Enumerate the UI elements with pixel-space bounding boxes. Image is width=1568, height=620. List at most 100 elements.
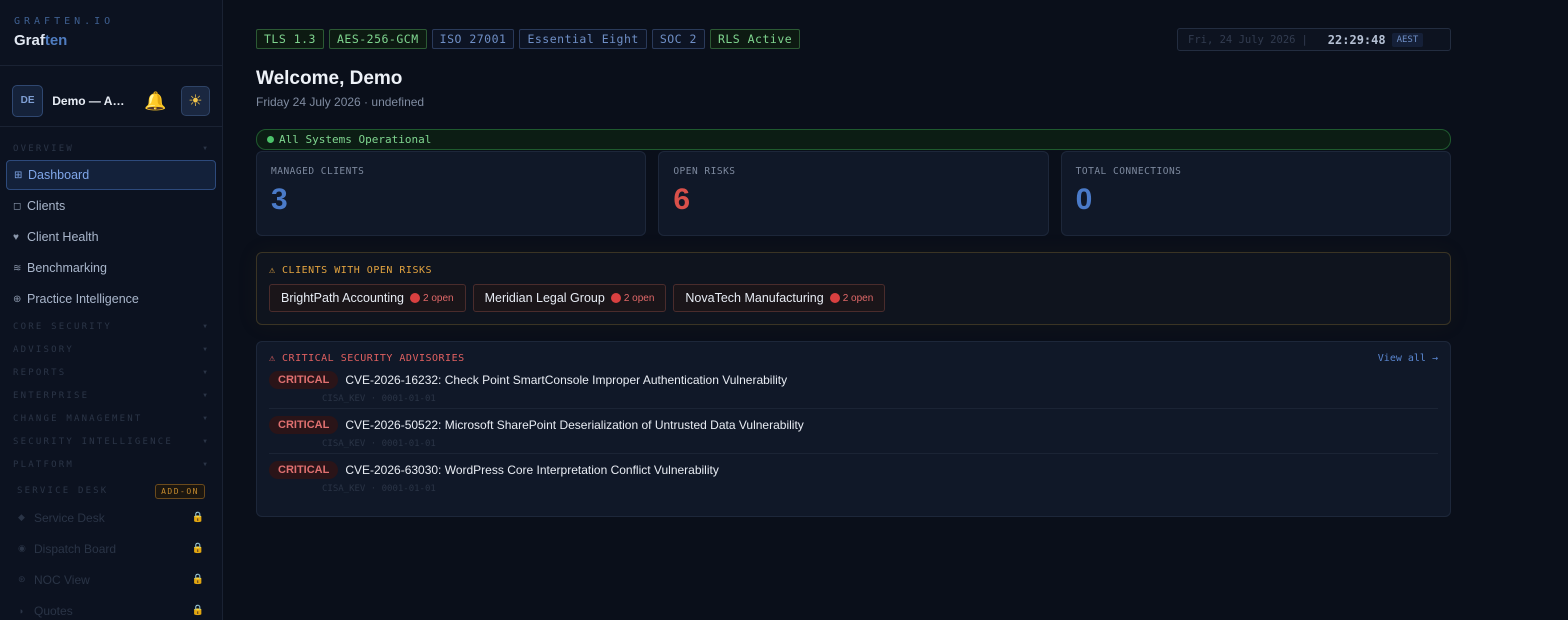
stat-label: OPEN RISKS xyxy=(673,166,736,177)
chevron-down-icon: ▼ xyxy=(203,346,209,353)
nav-section-advisory[interactable]: ADVISORY ▼ xyxy=(0,338,222,361)
view-all-link[interactable]: View all → xyxy=(1378,353,1438,364)
sidebar-item-label: Dispatch Board xyxy=(34,541,117,556)
risk-count-text: 2 open xyxy=(623,292,655,304)
brand-kicker: GRAFTEN.IO xyxy=(14,16,115,27)
tag-rls: RLS Active xyxy=(709,29,801,49)
sidebar-item-dispatch-board[interactable]: ◉ Dispatch Board 🔒 xyxy=(0,533,222,564)
brand-name[interactable]: Graften xyxy=(14,32,208,49)
addon-badge[interactable]: ADD-ON xyxy=(155,483,205,499)
stat-value: 0 xyxy=(1075,183,1093,216)
red-dot-icon xyxy=(410,293,420,303)
nav-section-reports[interactable]: REPORTS ▼ xyxy=(0,361,222,384)
sidebar-item-service-desk[interactable]: ◆ Service Desk 🔒 xyxy=(0,502,222,533)
risk-client-name: NovaTech Manufacturing xyxy=(685,291,824,305)
risk-client-chip[interactable]: BrightPath Accounting 2 open xyxy=(269,284,466,312)
stat-label: TOTAL CONNECTIONS xyxy=(1075,166,1182,177)
chevron-down-icon: ▼ xyxy=(203,369,209,376)
chevron-down-icon: ▼ xyxy=(203,461,209,468)
sidebar-item-client-health[interactable]: ♥ Client Health xyxy=(0,222,222,252)
clock-time: 22:29:48 xyxy=(1327,32,1386,47)
stats-row: MANAGED CLIENTS 3 OPEN RISKS 6 TOTAL CON… xyxy=(256,151,1451,236)
service-desk-label: SERVICE DESK xyxy=(17,486,109,496)
clock-separator: | xyxy=(1301,33,1308,46)
nav-section-enterprise[interactable]: ENTERPRISE ▼ xyxy=(0,384,222,407)
lock-icon: 🔒 xyxy=(191,574,204,585)
sidebar-item-clients[interactable]: ◻ Clients xyxy=(0,191,222,221)
nav-section-label: ENTERPRISE xyxy=(13,390,90,401)
account-name[interactable]: Demo — Ac... xyxy=(52,94,126,108)
compliance-tags: TLS 1.3 AES-256-GCM ISO 27001 Essential … xyxy=(256,29,801,49)
risk-count-text: 2 open xyxy=(842,292,874,304)
sidebar-item-quotes[interactable]: ◑ Quotes 🔒 xyxy=(0,595,222,620)
chevron-down-icon: ▼ xyxy=(203,145,209,152)
nav-section-platform[interactable]: PLATFORM ▼ xyxy=(0,453,222,476)
sidebar-item-benchmarking[interactable]: ≋ Benchmarking xyxy=(0,253,222,283)
brand-name-main: Graf xyxy=(14,32,45,49)
sidebar-item-label: Quotes xyxy=(34,603,73,618)
sidebar-item-dashboard[interactable]: ⊞ Dashboard xyxy=(6,160,216,190)
bell-icon[interactable]: 🔔 xyxy=(144,92,166,110)
chevron-down-icon: ▼ xyxy=(203,323,209,330)
advisories-title: ⚠ CRITICAL SECURITY ADVISORIES xyxy=(269,353,465,364)
asterisk-icon: ⊛ xyxy=(18,574,26,584)
radio-icon: ◉ xyxy=(18,543,26,553)
account-bar: DE Demo — Ac... 🔔 ☀ xyxy=(0,75,222,127)
red-dot-icon xyxy=(829,293,840,303)
chevron-down-icon: ▼ xyxy=(203,415,209,422)
risk-count-text: 2 open xyxy=(423,292,454,304)
nav-section-overview[interactable]: OVERVIEW ▼ xyxy=(0,137,222,160)
advisory-row[interactable]: CRITICAL CVE-2026-16232: Check Point Smar… xyxy=(269,364,1438,409)
sidebar-item-practice-intelligence[interactable]: ⊕ Practice Intelligence xyxy=(0,284,222,314)
tag-tls: TLS 1.3 xyxy=(256,29,324,49)
open-risks-title: ⚠ CLIENTS WITH OPEN RISKS xyxy=(269,265,433,276)
nav-section-label: ADVISORY xyxy=(13,344,74,355)
stat-card-total-connections[interactable]: TOTAL CONNECTIONS 0 xyxy=(1060,151,1451,236)
risk-client-name: Meridian Legal Group xyxy=(484,291,605,305)
chevron-down-icon: ▼ xyxy=(203,438,209,445)
sidebar-item-noc-view[interactable]: ⊛ NOC View 🔒 xyxy=(0,564,222,595)
nav-section-label: CHANGE MANAGEMENT xyxy=(13,413,143,424)
sidebar-item-label: Benchmarking xyxy=(27,261,107,275)
nav-section-security-intelligence[interactable]: SECURITY INTELLIGENCE ▼ xyxy=(0,430,222,453)
status-dot-icon xyxy=(267,136,274,143)
page-subtitle: Friday 24 July 2026 · undefined xyxy=(256,95,425,109)
severity-badge: CRITICAL xyxy=(269,461,339,479)
advisory-meta: CISA_KEV · 0001-01-01 xyxy=(322,394,436,404)
nav-section-core-security[interactable]: CORE SECURITY ▼ xyxy=(0,315,222,338)
open-risks-panel: ⚠ CLIENTS WITH OPEN RISKS BrightPath Acc… xyxy=(256,252,1451,325)
risk-client-name: BrightPath Accounting xyxy=(281,291,404,305)
nav-section-label: REPORTS xyxy=(13,367,67,378)
status-text: All Systems Operational xyxy=(279,133,432,146)
wave-icon: ≋ xyxy=(13,262,22,274)
clock-date: Fri, 24 July 2026 xyxy=(1188,33,1296,46)
risk-count: 2 open xyxy=(410,293,454,304)
advisory-row[interactable]: CRITICAL CVE-2026-50522: Microsoft ShareP… xyxy=(269,409,1438,454)
sidebar-item-label: Service Desk xyxy=(34,510,105,525)
sidebar-item-label: Client Health xyxy=(27,230,99,244)
nav-section-change-management[interactable]: CHANGE MANAGEMENT ▼ xyxy=(0,407,222,430)
nav-section-label: SECURITY INTELLIGENCE xyxy=(13,436,173,447)
stat-card-open-risks[interactable]: OPEN RISKS 6 xyxy=(658,151,1049,236)
avatar[interactable]: DE xyxy=(12,84,44,117)
stat-label: MANAGED CLIENTS xyxy=(271,166,365,177)
stat-card-managed-clients[interactable]: MANAGED CLIENTS 3 xyxy=(256,151,647,236)
square-icon: ◻ xyxy=(13,200,22,212)
risk-count: 2 open xyxy=(829,292,874,304)
severity-badge: CRITICAL xyxy=(269,371,339,389)
sun-icon: ☀ xyxy=(188,92,203,110)
brand: GRAFTEN.IO Graften xyxy=(0,0,222,66)
theme-toggle-button[interactable]: ☀ xyxy=(180,85,210,116)
brand-name-accent: ten xyxy=(44,32,68,49)
lock-icon: 🔒 xyxy=(191,543,204,554)
advisory-meta: CISA_KEV · 0001-01-01 xyxy=(322,439,436,449)
nav-section-label: CORE SECURITY xyxy=(13,321,113,332)
clock-widget: Fri, 24 July 2026 | 22:29:48 AEST xyxy=(1177,28,1451,51)
risk-client-chip[interactable]: NovaTech Manufacturing 2 open xyxy=(673,284,886,312)
heart-icon: ♥ xyxy=(13,231,19,243)
nav-section-label: OVERVIEW xyxy=(13,143,74,154)
severity-badge: CRITICAL xyxy=(269,416,339,434)
risk-client-chip[interactable]: Meridian Legal Group 2 open xyxy=(472,284,667,312)
clock-timezone: AEST xyxy=(1391,32,1424,47)
advisory-row[interactable]: CRITICAL CVE-2026-63030: WordPress Core I… xyxy=(269,454,1438,499)
